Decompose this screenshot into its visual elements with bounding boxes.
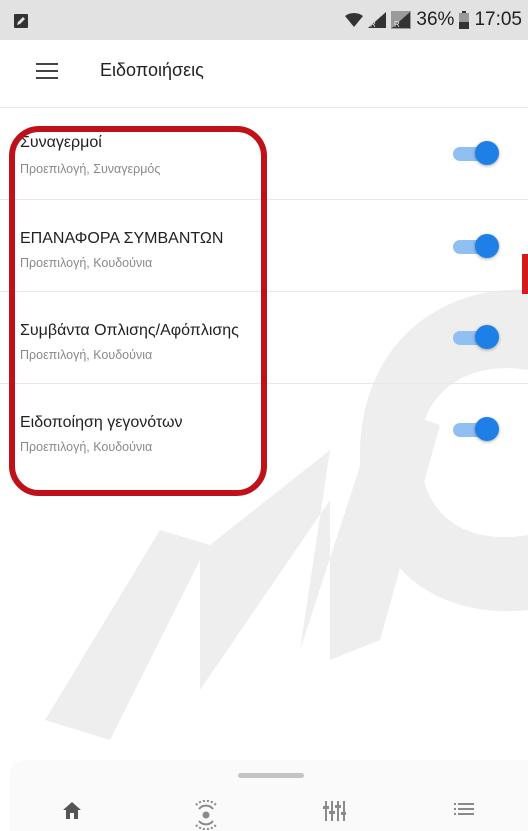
signal-icon: R: [368, 12, 387, 28]
alarms-toggle[interactable]: [453, 141, 499, 167]
svg-text:R: R: [370, 20, 376, 28]
notification-title: ΕΠΑΝΑΦΟΡΑ ΣΥΜΒΑΝΤΩΝ: [20, 230, 224, 247]
hamburger-icon[interactable]: [36, 63, 58, 83]
svg-text:R: R: [394, 20, 400, 29]
clock: 17:05: [474, 9, 522, 30]
status-bar: R R 36% 17:05: [0, 0, 528, 40]
notification-row-event-notification[interactable]: Ειδοποίηση γεγονότων Προεπιλογή, Κουδούν…: [0, 384, 528, 475]
battery-icon: [459, 11, 470, 29]
notification-row-alarms[interactable]: Συναγερμοί Προεπιλογή, Συναγερμός: [0, 108, 528, 200]
notification-title: Συναγερμοί: [20, 134, 102, 151]
notification-row-arm-disarm[interactable]: Συμβάντα Οπλισης/Αφόπλισης Προεπιλογή, Κ…: [0, 292, 528, 384]
sensor-icon[interactable]: [190, 800, 222, 830]
notification-subtitle: Προεπιλογή, Συναγερμός: [20, 162, 161, 176]
event-restore-toggle[interactable]: [453, 234, 499, 260]
notification-subtitle: Προεπιλογή, Κουδούνια: [20, 348, 153, 362]
page-title: Ειδοποιήσεις: [100, 60, 204, 80]
notification-title: Συμβάντα Οπλισης/Αφόπλισης: [20, 322, 239, 339]
bottom-nav: [0, 796, 528, 831]
notification-subtitle: Προεπιλογή, Κουδούνια: [20, 256, 153, 270]
list-icon[interactable]: [448, 800, 480, 830]
event-notification-toggle[interactable]: [453, 417, 499, 443]
edge-marker: [522, 254, 528, 294]
home-icon[interactable]: [56, 800, 88, 830]
notification-title: Ειδοποίηση γεγονότων: [20, 414, 183, 431]
edit-square-icon: [14, 14, 28, 28]
notification-list: Συναγερμοί Προεπιλογή, Συναγερμός ΕΠΑΝΑΦ…: [0, 108, 528, 475]
status-icons: R R 36% 17:05: [345, 0, 522, 40]
controls-icon[interactable]: [318, 800, 350, 830]
arm-disarm-toggle[interactable]: [453, 325, 499, 351]
app-bar: Ειδοποιήσεις: [0, 40, 528, 108]
notification-subtitle: Προεπιλογή, Κουδούνια: [20, 440, 153, 454]
battery-percentage: 36%: [416, 9, 455, 30]
signal-icon: R: [391, 11, 412, 29]
drag-handle[interactable]: [238, 773, 304, 778]
notification-row-event-restore[interactable]: ΕΠΑΝΑΦΟΡΑ ΣΥΜΒΑΝΤΩΝ Προεπιλογή, Κουδούνι…: [0, 200, 528, 292]
wifi-icon: [345, 13, 364, 27]
